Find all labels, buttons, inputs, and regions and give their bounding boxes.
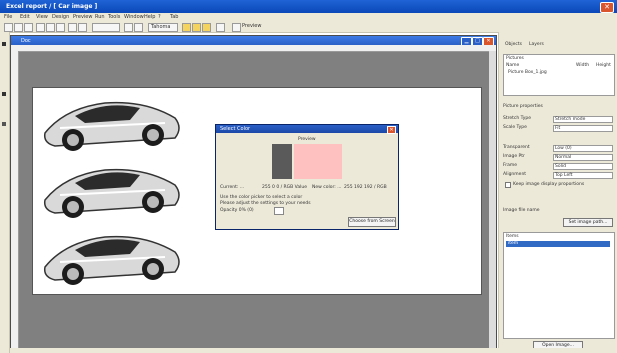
pointer-tool-icon[interactable] <box>2 42 6 46</box>
prop-field-1[interactable]: Fit <box>553 125 613 132</box>
right-panel: Objects Layers Pictures Name Width Heigh… <box>498 32 617 353</box>
prop-label-2: Transparent <box>503 145 530 150</box>
menu-run[interactable]: Run <box>95 14 105 20</box>
prop-field-5[interactable]: Top Left <box>553 172 613 179</box>
menu-view[interactable]: View <box>36 14 48 20</box>
preview-label[interactable]: Preview <box>242 23 261 29</box>
open-icon[interactable] <box>14 23 23 32</box>
paste-icon[interactable] <box>56 23 65 32</box>
copy-icon[interactable] <box>46 23 55 32</box>
prop-field-4[interactable]: Solid <box>553 163 613 170</box>
image-file-label: Image file name <box>503 208 540 213</box>
prop-value-3: Normal <box>555 155 572 160</box>
dialog-hint-2: Please adjust the settings to your needs <box>220 201 311 206</box>
keep-proportions-label: Keep image display proportions <box>513 182 585 187</box>
items-selected-label: item <box>508 241 519 246</box>
text-tool-icon[interactable] <box>2 92 6 96</box>
tab-objects[interactable]: Objects <box>505 42 522 47</box>
redo-icon[interactable] <box>78 23 87 32</box>
align-left-icon[interactable] <box>182 23 191 32</box>
menu-tools[interactable]: Tools <box>108 14 120 20</box>
properties-header: Picture properties <box>503 104 543 109</box>
vertical-ruler <box>11 51 19 349</box>
window-titlebar: Excel report / [ Car image ] ✕ <box>0 0 617 13</box>
prop-value-1: Fit <box>555 126 561 131</box>
dialog-close-icon[interactable]: ✕ <box>387 126 396 134</box>
objects-header: Pictures <box>506 56 524 61</box>
preview-icon[interactable] <box>232 23 241 32</box>
menu-tab[interactable]: Tab <box>170 14 178 20</box>
cut-icon[interactable] <box>36 23 45 32</box>
current-color-swatch <box>272 144 292 179</box>
bold-icon[interactable] <box>124 23 133 32</box>
dialog-caption: Select Color ✕ <box>216 125 398 134</box>
dialog-hint-1: Use the color picker to select a color <box>220 195 303 200</box>
prop-field-3[interactable]: Normal <box>553 154 613 161</box>
menu-about[interactable]: ? <box>158 14 161 20</box>
align-center-icon[interactable] <box>192 23 201 32</box>
car-image-2[interactable] <box>35 155 185 230</box>
current-color-readout: 255 0 0 / RGB Value <box>262 185 308 190</box>
window-title: Excel report / [ Car image ] <box>6 3 98 10</box>
shape-tool-icon[interactable] <box>2 122 6 126</box>
save-icon[interactable] <box>24 23 33 32</box>
column-height: Height <box>596 63 611 68</box>
dialog-preview-label: Preview <box>298 137 316 142</box>
menu-preview[interactable]: Preview <box>73 14 92 20</box>
new-color-swatch <box>294 144 342 179</box>
car-image-1[interactable] <box>35 88 185 163</box>
tab-layers[interactable]: Layers <box>529 42 544 47</box>
italic-icon[interactable] <box>134 23 143 32</box>
objects-list[interactable]: Pictures Name Width Height Picture Box_1… <box>503 54 615 96</box>
zoom-select[interactable] <box>92 23 120 32</box>
current-color-label: Current: ... <box>220 185 245 190</box>
prop-label-0: Stretch Type <box>503 116 531 121</box>
prop-label-5: Alignment <box>503 172 527 177</box>
status-bar <box>10 348 617 353</box>
vertical-scrollbar[interactable] <box>489 51 496 349</box>
new-color-label: New color: ... <box>312 185 342 190</box>
car-image-3[interactable] <box>35 222 185 297</box>
prop-label-4: Frame <box>503 163 518 168</box>
prop-value-2: Low (0) <box>555 146 572 151</box>
grid-icon[interactable] <box>216 23 225 32</box>
new-color-readout: 255 192 192 / RGB <box>344 185 387 190</box>
objects-row[interactable]: Picture Box_1.jpg <box>508 70 547 75</box>
prop-value-5: Top Left <box>555 173 573 178</box>
prop-value-4: Solid <box>555 164 566 169</box>
browse-image-button[interactable]: Set image path... <box>563 218 613 227</box>
dialog-title: Select Color <box>220 126 251 132</box>
menu-window[interactable]: Window <box>124 14 144 20</box>
menu-edit[interactable]: Edit <box>20 14 30 20</box>
items-list[interactable]: Items item <box>503 232 615 339</box>
document-title: Doc <box>21 38 31 44</box>
left-tool-strip <box>0 32 10 353</box>
menu-design[interactable]: Design <box>52 14 69 20</box>
align-right-icon[interactable] <box>202 23 211 32</box>
prop-value-0: Stretch mode <box>555 117 586 122</box>
menu-help[interactable]: Help <box>144 14 155 20</box>
font-select-value: Tahoma <box>151 24 171 30</box>
new-icon[interactable] <box>4 23 13 32</box>
prop-field-0[interactable]: Stretch mode <box>553 116 613 123</box>
items-selected-row[interactable]: item <box>506 241 610 247</box>
prop-label-3: Image Ptr <box>503 154 525 159</box>
close-icon[interactable]: ✕ <box>600 2 614 13</box>
font-select[interactable]: Tahoma <box>148 23 178 32</box>
opacity-label: Opacity 0% (0) <box>220 208 254 213</box>
horizontal-ruler <box>11 45 496 52</box>
column-name: Name <box>506 63 520 68</box>
menu-bar: File Edit View Design Preview Run Tools … <box>0 13 617 21</box>
prop-field-2[interactable]: Low (0) <box>553 145 613 152</box>
undo-icon[interactable] <box>68 23 77 32</box>
menu-file[interactable]: File <box>4 14 12 20</box>
document-caption: Doc ▁ □ ✕ <box>11 36 496 46</box>
choose-from-screen-button[interactable]: Choose from Screen <box>348 217 396 227</box>
column-width: Width <box>576 63 590 68</box>
opacity-stepper[interactable] <box>274 207 284 215</box>
items-header: Items <box>506 234 519 239</box>
keep-proportions-checkbox[interactable] <box>505 182 511 188</box>
prop-label-1: Scale Type <box>503 125 527 130</box>
color-dialog: Select Color ✕ Preview Current: ... 255 … <box>215 124 399 230</box>
